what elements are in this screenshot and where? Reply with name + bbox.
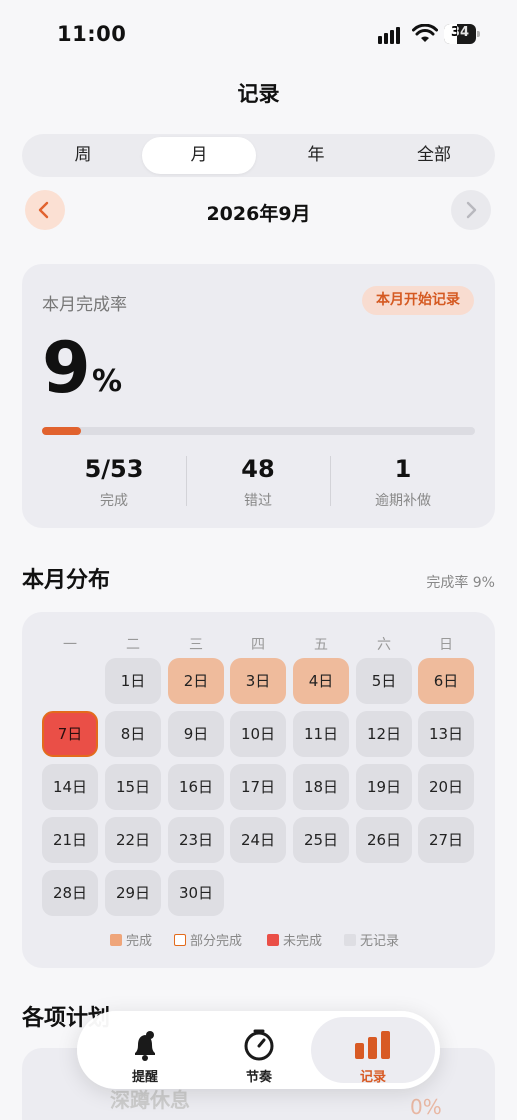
weekday-label: 六 (377, 637, 391, 653)
screen: 11:00 34 记录 周 月 年 全部 2026年9月 本月完成率 本月开始记… (0, 0, 517, 1120)
legend-label: 无记录 (360, 934, 400, 949)
monthly-summary-card: 本月完成率 本月开始记录 9 % 5/53 完成 48 错过 1 逾期补做 (22, 264, 495, 528)
calendar-day[interactable]: 1日 (105, 658, 161, 704)
weekday-label: 二 (126, 637, 140, 653)
weekday-label: 一 (63, 637, 77, 653)
calendar-day[interactable]: 24日 (230, 817, 286, 863)
calendar-day[interactable]: 13日 (418, 711, 474, 757)
stat-label: 逾期补做 (375, 493, 431, 509)
stat-missed: 48 错过 (186, 454, 330, 510)
weekday-label: 五 (314, 637, 328, 653)
stat-overdue: 1 逾期补做 (331, 454, 475, 510)
calendar-day[interactable]: 25日 (293, 817, 349, 863)
completion-percent-value: 9 (42, 327, 91, 409)
segment-week[interactable]: 周 (26, 137, 140, 174)
segment-all[interactable]: 全部 (377, 137, 491, 174)
calendar-day[interactable]: 23日 (168, 817, 224, 863)
plan-item-percent: 0% (410, 1095, 442, 1119)
calendar-day[interactable]: 29日 (105, 870, 161, 916)
completion-progress-bar (42, 427, 475, 435)
timer-icon (244, 1029, 274, 1061)
legend-missed: 未完成 (267, 930, 323, 949)
legend-swatch (174, 934, 186, 946)
tab-rhythm[interactable]: 节奏 (197, 1017, 321, 1085)
calendar-day[interactable]: 27日 (418, 817, 474, 863)
tab-records[interactable]: 记录 (311, 1017, 435, 1085)
calendar-day[interactable]: 16日 (168, 764, 224, 810)
weekday-label: 四 (251, 637, 265, 653)
weekday-label: 日 (439, 637, 453, 653)
calendar-day[interactable]: 3日 (230, 658, 286, 704)
legend-none: 无记录 (344, 930, 400, 949)
calendar-day[interactable]: 15日 (105, 764, 161, 810)
stat-value: 1 (394, 455, 412, 483)
stat-value: 5/53 (84, 455, 144, 483)
legend-label: 部分完成 (190, 934, 243, 949)
calendar-day[interactable]: 9日 (168, 711, 224, 757)
calendar-day[interactable]: 2日 (168, 658, 224, 704)
stat-label: 完成 (100, 493, 128, 509)
calendar-day[interactable]: 10日 (230, 711, 286, 757)
month-calendar: 一 二 三 四 五 六 日 完成 部分完成 未完成 无记录 1日 2日 3日 4日 5日… (22, 612, 495, 968)
tab-label: 提醒 (131, 1070, 158, 1085)
legend-done: 完成 (110, 930, 153, 949)
legend-swatch (267, 934, 279, 946)
distribution-rate: 完成率 9% (426, 575, 495, 591)
calendar-day[interactable]: 22日 (105, 817, 161, 863)
cellular-signal-icon (378, 26, 404, 44)
legend-partial: 部分完成 (174, 930, 243, 949)
calendar-day[interactable]: 8日 (105, 711, 161, 757)
page-title: 记录 (237, 82, 280, 106)
segment-month[interactable]: 月 (142, 137, 256, 174)
period-segmented-control: 周 月 年 全部 (22, 134, 495, 177)
completion-rate-label: 本月完成率 (42, 295, 127, 315)
distribution-title: 本月分布 (22, 568, 111, 593)
status-bar: 11:00 34 (0, 0, 517, 64)
legend-label: 完成 (126, 934, 153, 949)
wifi-icon (412, 24, 438, 42)
weekday-label: 三 (189, 637, 203, 653)
completion-progress-fill (42, 427, 81, 435)
current-month-label: 2026年9月 (206, 203, 311, 225)
calendar-day[interactable]: 17日 (230, 764, 286, 810)
stat-label: 错过 (244, 493, 272, 509)
month-start-badge: 本月开始记录 (362, 286, 474, 315)
battery-icon: 34 (444, 24, 480, 44)
calendar-day[interactable]: 4日 (293, 658, 349, 704)
calendar-day[interactable]: 21日 (42, 817, 98, 863)
calendar-day[interactable]: 5日 (356, 658, 412, 704)
calendar-day[interactable]: 30日 (168, 870, 224, 916)
legend-swatch (344, 934, 356, 946)
stat-completed: 5/53 完成 (42, 454, 186, 510)
tab-label: 记录 (359, 1070, 386, 1085)
segment-year[interactable]: 年 (259, 137, 373, 174)
legend-swatch (110, 934, 122, 946)
calendar-day[interactable]: 7日 (42, 711, 98, 757)
bell-icon (135, 1031, 155, 1061)
calendar-day[interactable]: 26日 (356, 817, 412, 863)
legend-label: 未完成 (283, 934, 323, 949)
calendar-day[interactable]: 14日 (42, 764, 98, 810)
chevron-right-icon (466, 201, 477, 219)
calendar-day[interactable]: 20日 (418, 764, 474, 810)
calendar-day[interactable]: 18日 (293, 764, 349, 810)
chart-bars-icon (355, 1031, 390, 1059)
tab-reminder[interactable]: 提醒 (83, 1017, 207, 1085)
calendar-day[interactable]: 12日 (356, 711, 412, 757)
calendar-day[interactable]: 11日 (293, 711, 349, 757)
calendar-day[interactable]: 6日 (418, 658, 474, 704)
bottom-tab-bar: 提醒 节奏 记录 (77, 1011, 440, 1089)
battery-level: 34 (450, 25, 470, 40)
calendar-day[interactable]: 28日 (42, 870, 98, 916)
tab-label: 节奏 (245, 1070, 272, 1085)
status-time: 11:00 (57, 22, 127, 46)
next-month-button[interactable] (451, 190, 491, 230)
stat-value: 48 (241, 455, 275, 483)
completion-percent-unit: % (92, 364, 123, 399)
calendar-day[interactable]: 19日 (356, 764, 412, 810)
